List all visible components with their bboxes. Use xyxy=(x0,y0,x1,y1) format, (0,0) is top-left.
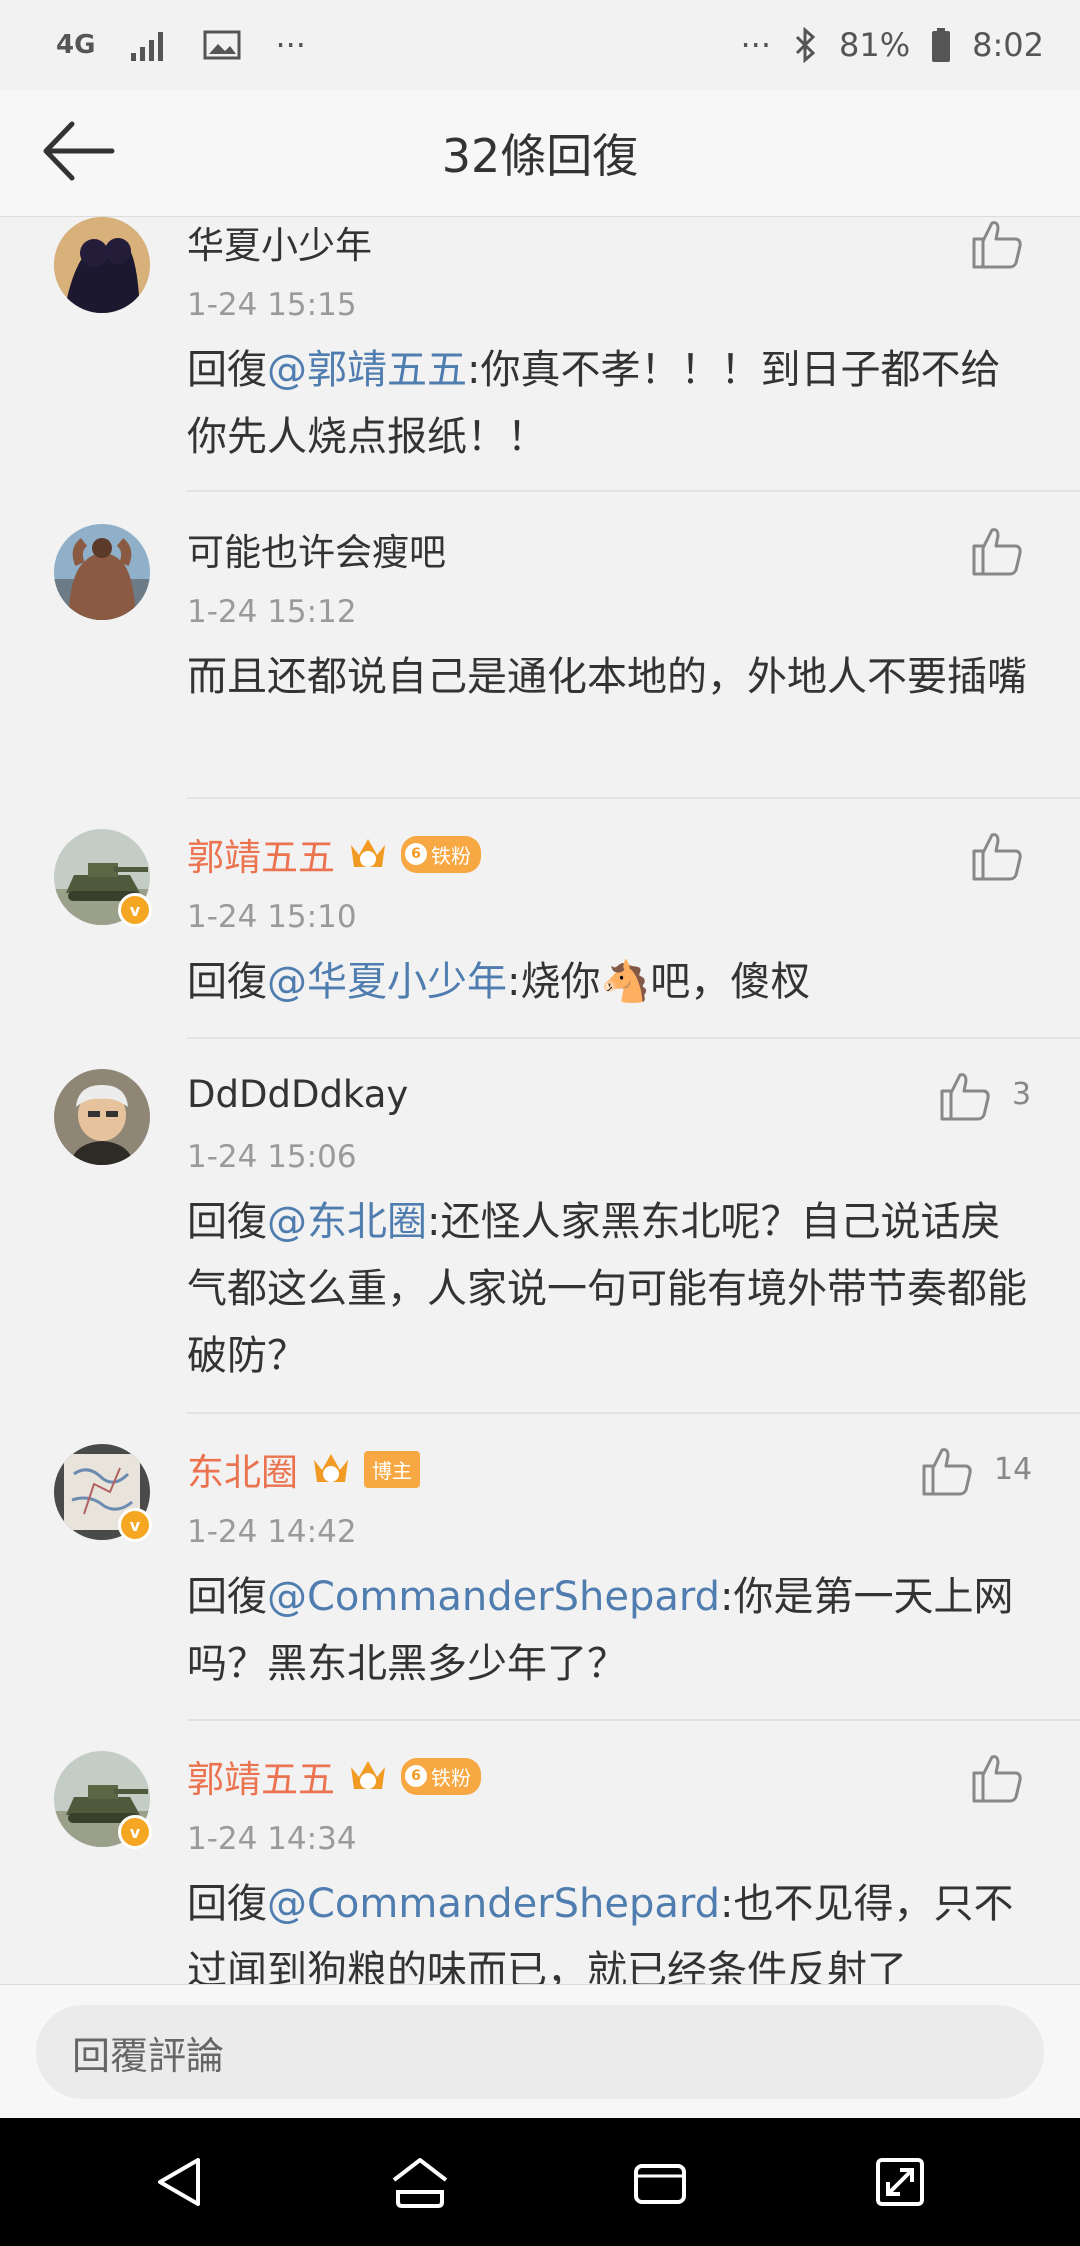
comment-time: 1-24 14:34 xyxy=(187,1821,357,1857)
recents-icon xyxy=(634,2164,686,2204)
network-indicator: 4G xyxy=(56,30,96,60)
battery-icon xyxy=(932,28,951,62)
like-count: 14 xyxy=(994,1452,1033,1487)
comment-text: 回復@郭靖五五:你真不孝！！！到日子都不给你先人烧点报纸！！ xyxy=(187,347,1001,460)
reply-input[interactable]: 回覆評論 xyxy=(36,2005,1044,2099)
nav-recents-button[interactable] xyxy=(620,2142,700,2222)
thumbs-up-icon[interactable] xyxy=(970,829,1024,883)
comment-item: v 郭靖五五 6 铁粉 1-24 14:34 回復@CommanderShepa… xyxy=(0,1721,1080,1984)
comment-author[interactable]: 郭靖五五 6 铁粉 xyxy=(187,1751,481,1801)
comment-text: 而且还都说自己是通化本地的，外地人不要插嘴 xyxy=(187,654,1027,700)
nav-expand-button[interactable] xyxy=(860,2142,940,2222)
comment-time: 1-24 15:06 xyxy=(187,1139,357,1175)
avatar[interactable]: v xyxy=(54,1444,152,1542)
notification-more: ··· xyxy=(275,26,306,64)
blogger-badge: 博主 xyxy=(364,1450,420,1488)
crown-icon xyxy=(351,1761,385,1789)
expand-icon xyxy=(876,2158,924,2206)
triangle-back-icon xyxy=(158,2158,200,2206)
verified-badge-icon: v xyxy=(118,1815,152,1849)
comment-item: v 郭靖五五 6 铁粉 1-24 15:10 回復@华夏小少年:烧你🐴吧，傻杈 xyxy=(0,799,1080,1039)
comment-item: DdDdDdkay 1-24 15:06 回復@东北圈:还怪人家黑东北呢？自己说… xyxy=(0,1039,1080,1414)
comment-time: 1-24 15:10 xyxy=(187,899,357,935)
crown-icon xyxy=(351,839,385,867)
system-nav-bar xyxy=(0,2118,1080,2246)
comment-time: 1-24 14:42 xyxy=(187,1514,357,1550)
comment-text: 回復@CommanderShepard:你是第一天上网吗？黑东北黑多少年了？ xyxy=(187,1574,1014,1687)
comment-author[interactable]: 可能也许会瘦吧 xyxy=(187,524,446,574)
thumbs-up-icon[interactable] xyxy=(970,217,1024,271)
image-icon xyxy=(203,30,241,60)
header: 32條回復 xyxy=(0,90,1080,217)
page-title: 32條回復 xyxy=(441,129,639,183)
verified-badge-icon: v xyxy=(118,893,152,927)
comment-time: 1-24 15:12 xyxy=(187,594,357,630)
thumbs-up-icon[interactable] xyxy=(920,1444,974,1498)
bluetooth-icon xyxy=(795,27,816,63)
thumbs-up-icon[interactable] xyxy=(970,1751,1024,1805)
avatar[interactable] xyxy=(54,217,150,313)
mention-link[interactable]: @CommanderShepard xyxy=(267,1881,720,1927)
clock: 8:02 xyxy=(972,26,1044,64)
comment-item: v 东北圈 博主 1-24 14:42 回復@CommanderShepard:… xyxy=(0,1414,1080,1721)
fan-badge: 6 铁粉 xyxy=(401,835,481,873)
avatar[interactable] xyxy=(54,1069,150,1165)
mention-link[interactable]: @东北圈 xyxy=(267,1199,427,1245)
comment-list[interactable]: 华夏小少年 1-24 15:15 回復@郭靖五五:你真不孝！！！到日子都不给你先… xyxy=(0,217,1080,1984)
mention-link[interactable]: @郭靖五五 xyxy=(267,347,467,393)
status-more: ··· xyxy=(740,26,772,64)
avatar[interactable] xyxy=(54,524,150,620)
battery-percent: 81% xyxy=(839,26,911,64)
comment-item: 华夏小少年 1-24 15:15 回復@郭靖五五:你真不孝！！！到日子都不给你先… xyxy=(0,217,1080,492)
comment-author[interactable]: 东北圈 博主 xyxy=(187,1444,420,1494)
signal-icon xyxy=(131,32,164,61)
comment-text: 回復@华夏小少年:烧你🐴吧，傻杈 xyxy=(187,959,811,1005)
nav-back-button[interactable] xyxy=(140,2142,220,2222)
fan-badge: 6 铁粉 xyxy=(401,1757,481,1795)
crown-icon xyxy=(314,1454,348,1482)
nav-home-button[interactable] xyxy=(380,2142,460,2222)
verified-badge-icon: v xyxy=(118,1508,152,1542)
comment-time: 1-24 15:15 xyxy=(187,287,357,323)
comment-author[interactable]: DdDdDdkay xyxy=(187,1069,408,1119)
comment-item: 可能也许会瘦吧 1-24 15:12 而且还都说自己是通化本地的，外地人不要插嘴 xyxy=(0,492,1080,799)
comment-text: 回復@CommanderShepard:也不见得，只不过闻到狗粮的味而已，就已经… xyxy=(187,1881,1014,1984)
comment-text: 回復@东北圈:还怪人家黑东北呢？自己说话戾气都这么重，人家说一句可能有境外带节奏… xyxy=(187,1199,1027,1379)
like-count: 3 xyxy=(1012,1077,1032,1112)
comment-author[interactable]: 华夏小少年 xyxy=(187,217,372,267)
status-bar: 4G ··· ··· 81% 8:02 xyxy=(0,0,1080,90)
comment-author[interactable]: 郭靖五五 6 铁粉 xyxy=(187,829,481,879)
avatar[interactable]: v xyxy=(54,1751,152,1849)
thumbs-up-icon[interactable] xyxy=(970,524,1024,578)
reply-bar: 回覆評論 xyxy=(0,1984,1080,2119)
mention-link[interactable]: @CommanderShepard xyxy=(267,1574,720,1620)
mention-link[interactable]: @华夏小少年 xyxy=(267,959,507,1005)
home-icon xyxy=(392,2158,448,2208)
avatar[interactable]: v xyxy=(54,829,152,927)
thumbs-up-icon[interactable] xyxy=(938,1069,992,1123)
